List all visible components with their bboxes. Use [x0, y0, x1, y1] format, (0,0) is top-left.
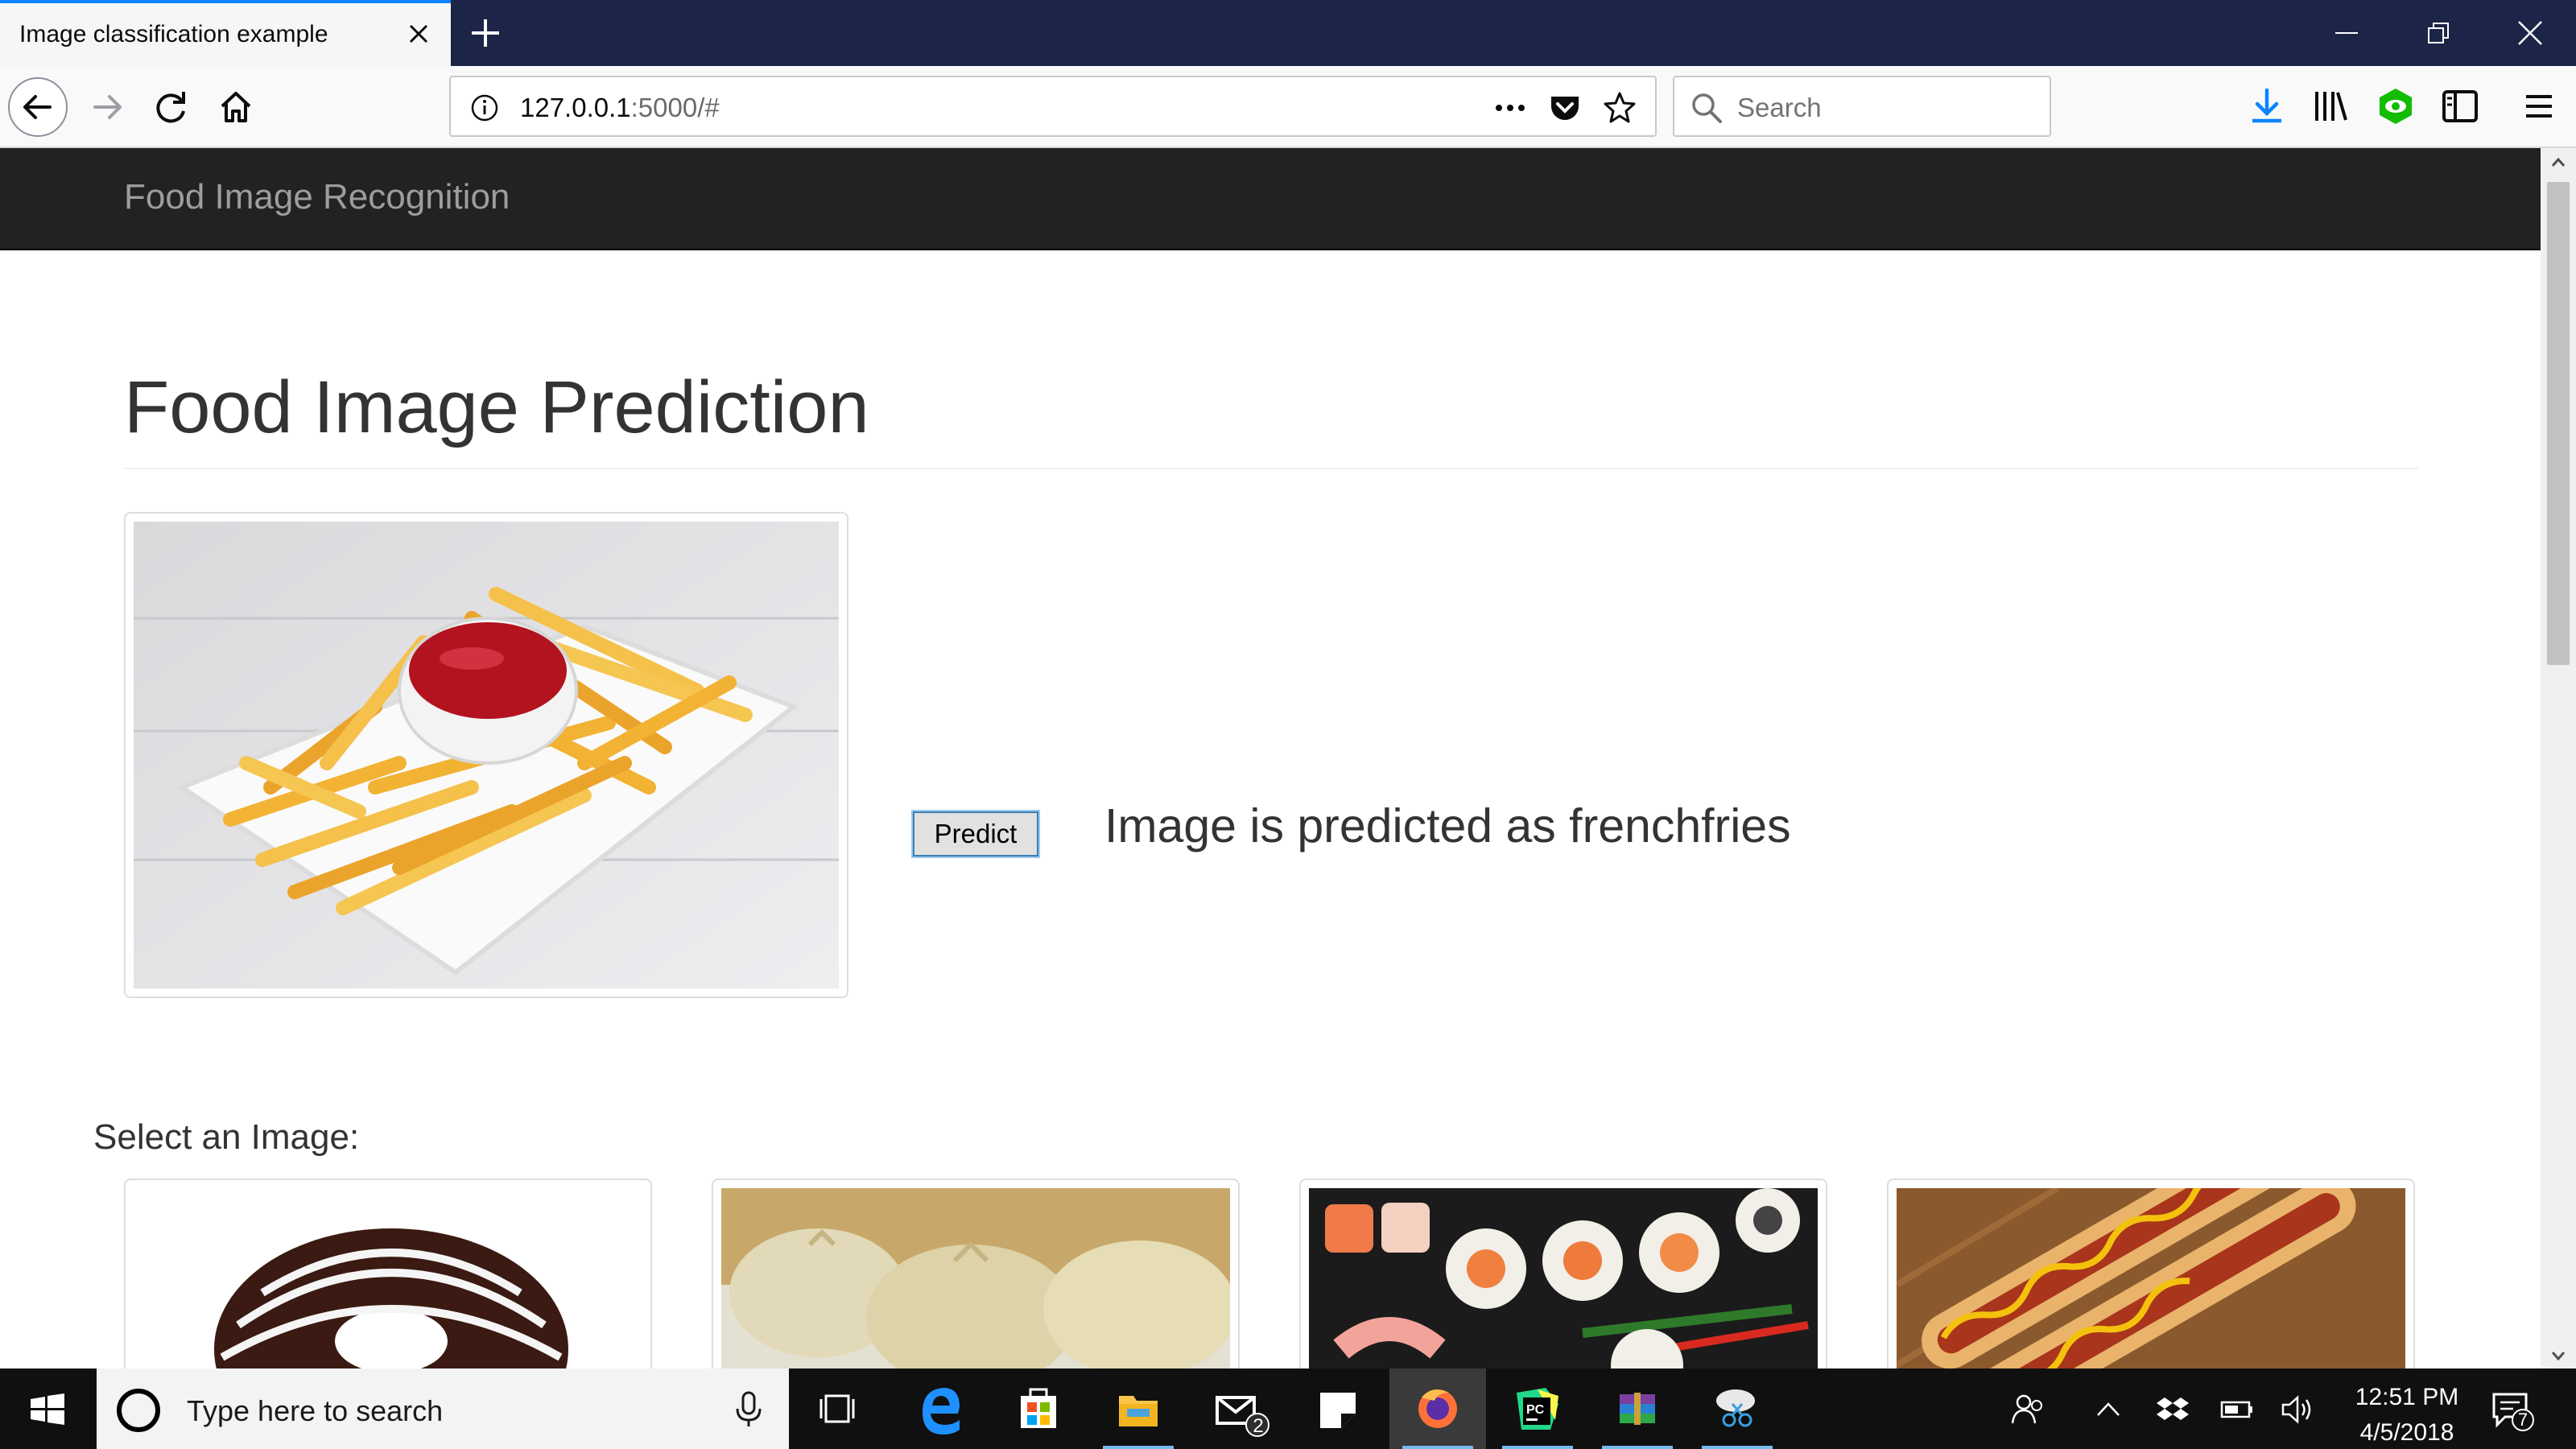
site-brand[interactable]: Food Image Recognition	[124, 177, 510, 217]
new-tab-icon[interactable]	[465, 13, 506, 53]
frenchfries-photo	[134, 522, 839, 989]
snipping-tool-icon[interactable]	[1689, 1368, 1785, 1449]
menu-icon[interactable]	[2518, 85, 2560, 127]
mail-badge: 2	[1253, 1415, 1264, 1437]
url-bar[interactable]: 127.0.0.1:5000/#	[449, 76, 1657, 137]
predict-button[interactable]: Predict	[911, 810, 1040, 858]
battery-icon[interactable]	[2219, 1391, 2256, 1428]
winrar-icon[interactable]	[1589, 1368, 1686, 1449]
home-icon[interactable]	[206, 77, 266, 137]
search-icon	[1689, 90, 1724, 130]
prediction-result: Image is predicted as frenchfries	[1104, 799, 1791, 852]
select-image-label: Select an Image:	[93, 1117, 360, 1157]
running-indicator	[1103, 1446, 1174, 1449]
hotdog-photo	[1897, 1188, 2405, 1368]
close-window-icon[interactable]	[2484, 0, 2576, 66]
scroll-up-icon[interactable]	[2550, 155, 2566, 171]
gallery-item-sushi[interactable]	[1299, 1179, 1827, 1368]
start-windows-icon[interactable]	[0, 1368, 95, 1449]
reload-icon[interactable]	[142, 77, 201, 137]
sidebar-icon[interactable]	[2439, 85, 2481, 127]
pocket-icon[interactable]	[1547, 90, 1583, 126]
browser-tab[interactable]: Image classification example	[0, 0, 451, 66]
page-title: Food Image Prediction	[124, 366, 869, 448]
extension-icon[interactable]	[2375, 85, 2417, 127]
dumplings-photo	[721, 1188, 1230, 1368]
donut-photo	[134, 1188, 642, 1368]
title-divider	[124, 468, 2418, 469]
restore-icon[interactable]	[2392, 0, 2484, 66]
firefox-icon[interactable]	[1389, 1368, 1486, 1449]
close-tab-icon[interactable]	[402, 18, 435, 50]
volume-icon[interactable]	[2278, 1391, 2315, 1428]
action-center-icon[interactable]: 7	[2489, 1388, 2534, 1433]
search-bar[interactable]: Search	[1673, 76, 2051, 137]
gallery-item-hotdog[interactable]	[1887, 1179, 2415, 1368]
dropbox-icon[interactable]	[2154, 1391, 2191, 1428]
taskbar-search-box[interactable]: Type here to search	[97, 1368, 789, 1449]
notification-count: 7	[2517, 1410, 2529, 1430]
gallery-item-donut[interactable]	[124, 1179, 652, 1368]
people-icon[interactable]	[2009, 1391, 2046, 1428]
microphone-icon[interactable]	[729, 1389, 768, 1432]
task-view-icon[interactable]	[789, 1368, 886, 1449]
search-placeholder: Search	[1737, 93, 1822, 122]
browser-toolbar: 127.0.0.1:5000/# Search	[0, 66, 2576, 148]
running-indicator	[1702, 1446, 1773, 1449]
downloads-icon[interactable]	[2246, 85, 2288, 127]
scrollbar-thumb[interactable]	[2547, 182, 2570, 665]
clock-date: 4/5/2018	[2359, 1419, 2454, 1446]
selected-image-thumbnail	[124, 512, 848, 998]
sushi-photo	[1309, 1188, 1818, 1368]
svg-text:PC: PC	[1526, 1403, 1545, 1417]
system-clock[interactable]: 12:51 PM 4/5/2018	[2334, 1380, 2479, 1449]
forward-icon[interactable]	[77, 77, 137, 137]
pycharm-icon[interactable]: PC	[1489, 1368, 1586, 1449]
page-viewport: Food Image Recognition Food Image Predic…	[0, 148, 2541, 1368]
page-scrollbar[interactable]	[2541, 148, 2576, 1368]
page-actions-icon[interactable]	[1492, 90, 1528, 126]
sticky-notes-icon[interactable]	[1290, 1368, 1386, 1449]
windows-taskbar: Type here to search 2 PC 12:51 PM 4/5/20…	[0, 1368, 2576, 1449]
site-navbar: Food Image Recognition	[0, 148, 2541, 250]
clock-time: 12:51 PM	[2355, 1384, 2459, 1410]
screen: Image classification example 127.0.0.1:5…	[0, 0, 2576, 1449]
running-indicator	[1402, 1446, 1473, 1449]
browser-tab-bar: Image classification example	[0, 0, 2576, 66]
gallery-item-dumplings[interactable]	[712, 1179, 1240, 1368]
file-explorer-icon[interactable]	[1090, 1368, 1187, 1449]
store-icon[interactable]	[990, 1368, 1087, 1449]
tab-title: Image classification example	[19, 21, 328, 47]
scroll-down-icon[interactable]	[2550, 1348, 2566, 1364]
cortana-icon	[114, 1386, 163, 1439]
edge-browser-icon[interactable]	[892, 1368, 989, 1449]
running-indicator	[1502, 1446, 1573, 1449]
url-text[interactable]: 127.0.0.1:5000/#	[520, 93, 720, 123]
back-icon[interactable]	[8, 77, 68, 137]
minimize-icon[interactable]	[2301, 0, 2392, 66]
show-hidden-icons-icon[interactable]	[2090, 1391, 2127, 1428]
mail-icon[interactable]: 2	[1190, 1368, 1286, 1449]
running-indicator	[1602, 1446, 1673, 1449]
site-info-icon[interactable]	[469, 92, 501, 128]
taskbar-search-placeholder: Type here to search	[187, 1394, 444, 1427]
library-icon[interactable]	[2310, 85, 2352, 127]
bookmark-star-icon[interactable]	[1602, 90, 1637, 126]
